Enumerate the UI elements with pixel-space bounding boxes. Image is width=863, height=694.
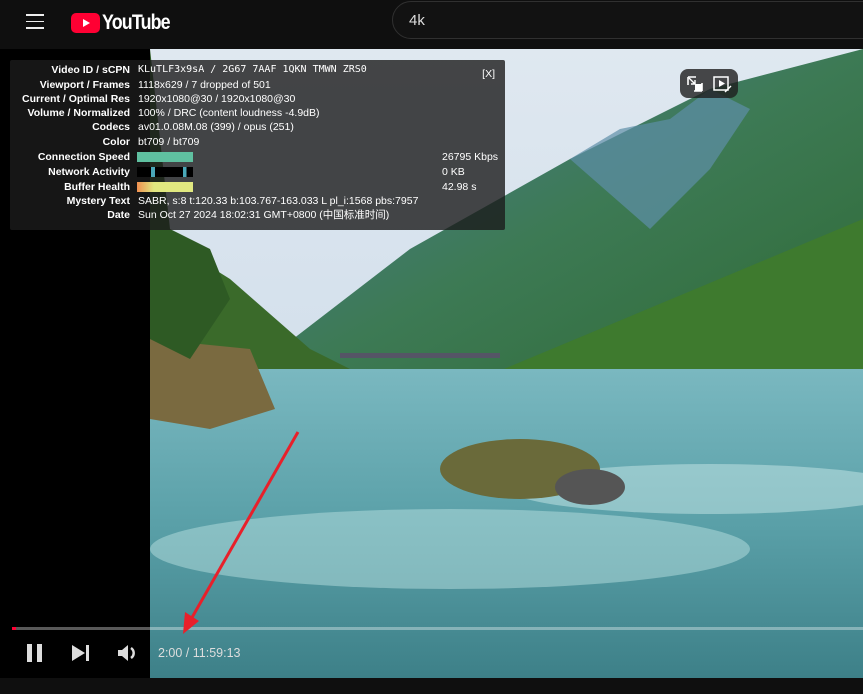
top-bar: YouTube 4k <box>0 0 863 48</box>
youtube-logo[interactable]: YouTube <box>71 11 182 35</box>
search-input[interactable]: 4k <box>392 1 863 39</box>
menu-icon[interactable] <box>26 14 44 29</box>
youtube-play-icon <box>71 13 100 33</box>
video-player[interactable]: [X] Video ID / sCPN KLuTLF3x9sA / 2G67 7A… <box>0 49 863 678</box>
page-bottom <box>0 678 863 694</box>
annotation-arrow <box>183 431 300 634</box>
logo-text: YouTube <box>102 11 171 34</box>
